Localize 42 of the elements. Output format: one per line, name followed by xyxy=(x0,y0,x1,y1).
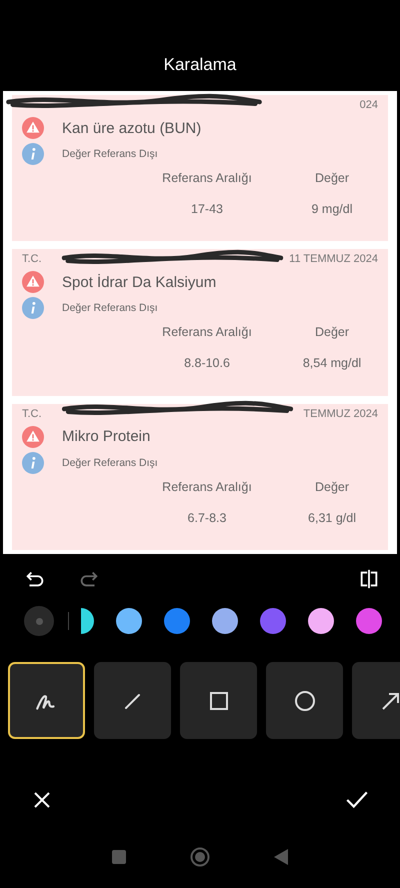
reference-range: 17-43 xyxy=(190,202,224,216)
result-value: 8,54 mg/dl xyxy=(302,356,362,370)
reference-range: 6.7-8.3 xyxy=(186,510,228,525)
color-swatch[interactable] xyxy=(356,608,382,634)
column-label: Değer xyxy=(314,171,350,185)
color-swatch[interactable] xyxy=(164,608,190,634)
test-name: Spot İdrar Da Kalsiyum xyxy=(62,274,216,291)
info-icon xyxy=(22,143,44,165)
color-swatch[interactable] xyxy=(260,608,286,634)
date-text: 024 xyxy=(360,99,378,111)
color-swatch[interactable] xyxy=(116,608,142,634)
column-label: Değer xyxy=(314,480,350,494)
brush-size-button[interactable] xyxy=(24,606,54,636)
date-text: TEMMUZ 2024 xyxy=(303,408,378,420)
info-icon xyxy=(22,452,44,474)
tool-button[interactable] xyxy=(180,662,257,739)
status-text: Değer Referans Dışı xyxy=(62,456,158,469)
color-swatch[interactable] xyxy=(212,608,238,634)
result-value: 9 mg/dl xyxy=(310,202,354,216)
warning-icon xyxy=(22,426,44,448)
screen-title: Karalama xyxy=(162,54,238,76)
circle-icon xyxy=(292,688,316,712)
warning-icon xyxy=(22,117,44,139)
reference-range: 8.8-10.6 xyxy=(183,356,231,370)
home-icon[interactable] xyxy=(190,847,210,867)
column-label: Referans Aralığı xyxy=(161,325,253,340)
color-swatch[interactable] xyxy=(308,608,334,634)
column-label: Referans Aralığı xyxy=(161,171,253,185)
status-text: Değer Referans Dışı xyxy=(62,302,158,314)
institution-text: T.C. xyxy=(22,253,42,266)
warning-icon xyxy=(22,271,44,294)
result-value: 6,31 g/dl xyxy=(307,510,357,525)
column-label: Referans Aralığı xyxy=(161,480,253,494)
test-name: Mikro Protein xyxy=(62,428,150,446)
info-icon xyxy=(22,297,44,320)
compare-icon xyxy=(358,568,380,590)
test-name: Kan üre azotu (BUN) xyxy=(62,120,202,136)
back-icon[interactable] xyxy=(274,849,288,865)
column-label: Değer xyxy=(314,325,350,340)
status-text: Değer Referans Dışı xyxy=(62,148,158,160)
institution-text: T.C. xyxy=(22,408,42,420)
date-text: 11 TEMMUZ 2024 xyxy=(289,253,378,266)
